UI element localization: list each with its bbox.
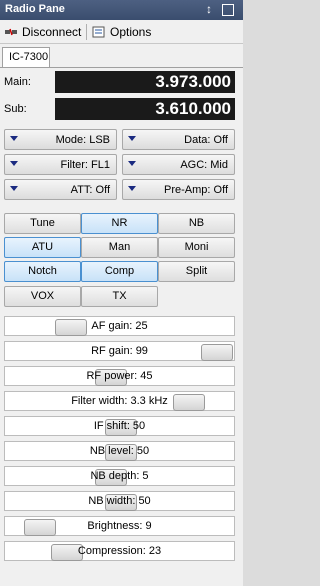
brightness-slider[interactable]: Brightness: 9 xyxy=(4,516,235,536)
tab-ic-7300[interactable]: IC-7300 xyxy=(2,47,50,67)
af-gain-slider[interactable]: AF gain: 25 xyxy=(4,316,235,336)
notch-button[interactable]: Notch xyxy=(4,261,81,282)
mode-label: Mode: LSB xyxy=(55,134,110,146)
data-dropdown[interactable]: Data: Off xyxy=(122,129,235,150)
nb-width-label: NB width: 50 xyxy=(88,495,151,507)
nb-level-label: NB level: 50 xyxy=(89,445,150,457)
compression-slider[interactable]: Compression: 23 xyxy=(4,541,235,561)
options-button[interactable]: Options xyxy=(92,24,151,40)
nb-depth-slider[interactable]: NB depth: 5 xyxy=(4,466,235,486)
split-button[interactable]: Split xyxy=(158,261,235,282)
main-frequency-display[interactable]: 3.973.000 xyxy=(55,71,235,93)
rf-gain-slider[interactable]: RF gain: 99 xyxy=(4,341,235,361)
if-shift-slider[interactable]: IF shift: 50 xyxy=(4,416,235,436)
main-label: Main: xyxy=(4,76,31,88)
comp-button[interactable]: Comp xyxy=(81,261,158,282)
nr-button[interactable]: NR xyxy=(81,213,158,234)
dropdown-arrow-icon xyxy=(128,136,136,141)
preamp-label: Pre-Amp: Off xyxy=(164,184,228,196)
data-label: Data: Off xyxy=(184,134,228,146)
nb-level-slider[interactable]: NB level: 50 xyxy=(4,441,235,461)
title-bar: Radio Pane ↕ xyxy=(0,0,243,20)
toolbar: Disconnect Options xyxy=(0,20,243,44)
options-icon xyxy=(92,26,105,38)
disconnect-label: Disconnect xyxy=(22,25,82,39)
rf-power-slider[interactable]: RF power: 45 xyxy=(4,366,235,386)
pin-icon[interactable]: ↕ xyxy=(206,2,212,16)
atu-button[interactable]: ATU xyxy=(4,237,81,258)
filter-label: Filter: FL1 xyxy=(60,159,110,171)
dropdown-arrow-icon xyxy=(128,161,136,166)
preamp-dropdown[interactable]: Pre-Amp: Off xyxy=(122,179,235,200)
brightness-label: Brightness: 9 xyxy=(87,520,152,532)
nb-button[interactable]: NB xyxy=(158,213,235,234)
att-label: ATT: Off xyxy=(70,184,110,196)
tune-button[interactable]: Tune xyxy=(4,213,81,234)
mode-dropdown[interactable]: Mode: LSB xyxy=(4,129,117,150)
vox-button[interactable]: VOX xyxy=(4,286,81,307)
nb-depth-label: NB depth: 5 xyxy=(90,470,149,482)
moni-button[interactable]: Moni xyxy=(158,237,235,258)
compression-label: Compression: 23 xyxy=(77,545,162,557)
att-dropdown[interactable]: ATT: Off xyxy=(4,179,117,200)
nb-width-slider[interactable]: NB width: 50 xyxy=(4,491,235,511)
filter-width-label: Filter width: 3.3 kHz xyxy=(71,395,168,407)
agc-dropdown[interactable]: AGC: Mid xyxy=(122,154,235,175)
dropdown-arrow-icon xyxy=(10,186,18,191)
agc-label: AGC: Mid xyxy=(180,159,228,171)
sub-frequency-display[interactable]: 3.610.000 xyxy=(55,98,235,120)
af-gain-label: AF gain: 25 xyxy=(91,320,148,332)
dropdown-arrow-icon xyxy=(128,186,136,191)
dropdown-arrow-icon xyxy=(10,161,18,166)
filter-dropdown[interactable]: Filter: FL1 xyxy=(4,154,117,175)
if-shift-label: IF shift: 50 xyxy=(93,420,146,432)
filter-width-slider[interactable]: Filter width: 3.3 kHz xyxy=(4,391,235,411)
man-button[interactable]: Man xyxy=(81,237,158,258)
window-title: Radio Pane xyxy=(5,3,65,15)
toolbar-separator xyxy=(86,24,87,40)
close-icon[interactable] xyxy=(222,4,234,16)
disconnect-button[interactable]: Disconnect xyxy=(4,24,81,40)
rf-gain-label: RF gain: 99 xyxy=(91,345,148,357)
dropdown-arrow-icon xyxy=(10,136,18,141)
disconnect-icon xyxy=(5,28,17,36)
tx-button[interactable]: TX xyxy=(81,286,158,307)
rf-power-label: RF power: 45 xyxy=(86,370,153,382)
options-label: Options xyxy=(110,25,152,39)
sub-label: Sub: xyxy=(4,103,27,115)
